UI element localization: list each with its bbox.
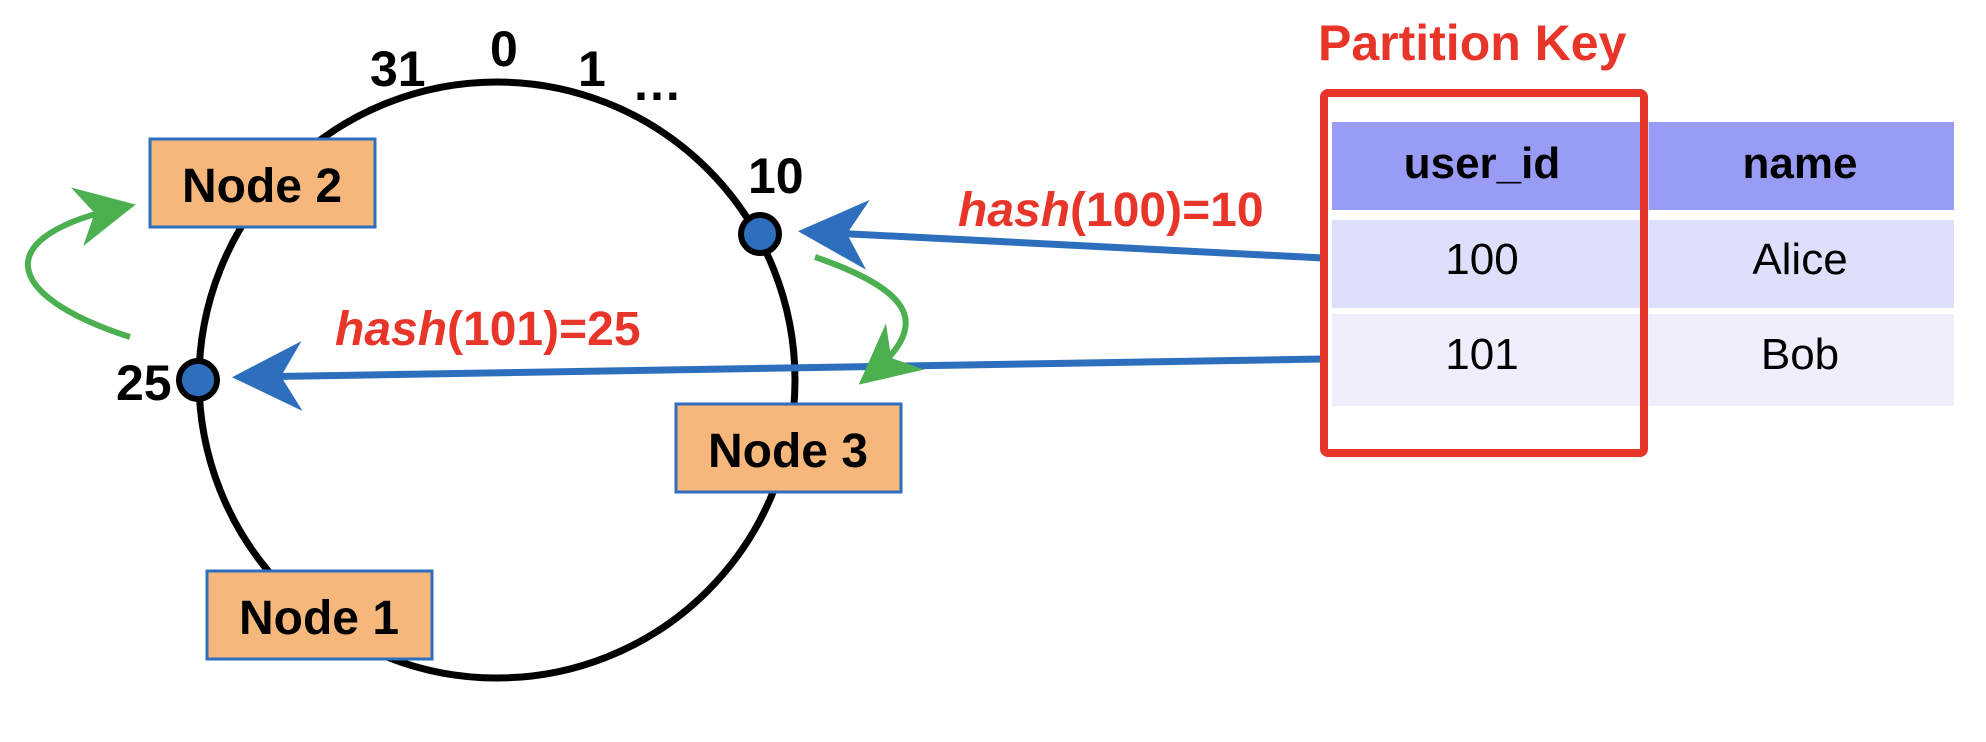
table-header-name: name [1743,139,1858,188]
node-2: Node 2 [148,137,377,229]
node-1-label: Node 1 [239,592,399,645]
green-arrow-10-to-node3 [814,254,925,385]
consistent-hashing-diagram: 31 0 1 … 10 25 Node 2 Node 3 Node 1 hash… [24,15,1954,682]
table-cell-name: Alice [1752,235,1847,284]
ring-label-ellipsis: … [632,55,682,111]
green-arrow-25-to-node2 [24,187,136,340]
table-header-user-id: user_id [1404,139,1561,188]
hash-label-101: hash(101)=25 [335,303,641,356]
ring-label-0: 0 [490,21,518,77]
table-cell-user-id: 101 [1445,330,1518,379]
ring-label-1: 1 [578,41,606,97]
node-1: Node 1 [205,569,434,661]
ring-point-25 [176,358,220,402]
table-cell-user-id: 100 [1445,235,1518,284]
ring-label-25: 25 [116,355,172,411]
node-3: Node 3 [674,402,903,494]
arrow-row-101-to-point-25 [232,341,1324,412]
ring-label-10: 10 [748,148,804,204]
node-2-label: Node 2 [182,160,342,213]
table-cell-name: Bob [1761,330,1839,379]
partition-key-title: Partition Key [1318,15,1627,71]
node-3-label: Node 3 [708,425,868,478]
ring-point-10 [738,212,782,256]
hash-label-100: hash(100)=10 [958,184,1264,237]
ring-label-31: 31 [370,41,426,97]
